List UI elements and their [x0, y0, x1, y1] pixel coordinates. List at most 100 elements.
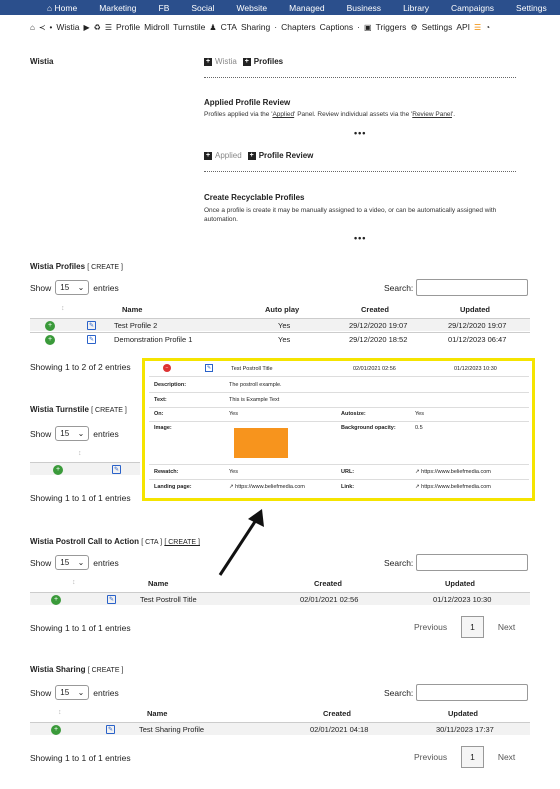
- subnav-cta[interactable]: CTA: [221, 22, 237, 32]
- tab-applied[interactable]: + Applied: [204, 151, 242, 160]
- link-label: Link:: [341, 484, 355, 490]
- share-icon[interactable]: ≺: [39, 23, 46, 32]
- subnav-chapters[interactable]: Chapters: [281, 22, 316, 32]
- landing-label: Landing page:: [154, 484, 192, 490]
- subnav-triggers[interactable]: Triggers: [376, 22, 407, 32]
- sort-icon[interactable]: ↕: [58, 709, 62, 716]
- edit-icon[interactable]: ✎: [205, 364, 213, 372]
- title-text: Wistia Sharing: [30, 665, 86, 674]
- edit-icon[interactable]: ✎: [106, 725, 115, 734]
- create-button[interactable]: [ CREATE ]: [91, 407, 127, 414]
- header-updated[interactable]: Updated: [460, 305, 490, 314]
- show-label: Show: [30, 282, 52, 293]
- subnav-settings[interactable]: Settings: [422, 22, 453, 32]
- edit-icon[interactable]: ✎: [87, 335, 96, 344]
- subnav-captions[interactable]: Captions: [320, 22, 354, 32]
- header-created[interactable]: Created: [361, 305, 389, 314]
- header-updated[interactable]: Updated: [445, 579, 475, 588]
- nav-home[interactable]: ⌂ Home: [36, 3, 88, 13]
- header-autoplay[interactable]: Auto play: [265, 305, 299, 314]
- search-input[interactable]: [416, 684, 529, 701]
- header-updated[interactable]: Updated: [448, 709, 478, 718]
- previous-button[interactable]: Previous: [414, 622, 447, 632]
- more-button[interactable]: •••: [354, 128, 366, 138]
- home-icon[interactable]: ⌂: [30, 23, 35, 32]
- table-row: + ✎ Test Postroll Title 02/01/2021 02:56…: [30, 592, 530, 605]
- divider: [149, 407, 529, 408]
- nav-home-label: Home: [54, 2, 78, 13]
- edit-icon[interactable]: ✎: [107, 595, 116, 604]
- next-button[interactable]: Next: [498, 622, 515, 632]
- subnav-midroll[interactable]: Midroll: [144, 22, 169, 32]
- tab-profiles[interactable]: + Profiles: [242, 57, 283, 66]
- nav-social[interactable]: Social: [180, 3, 225, 13]
- more-button[interactable]: •••: [354, 233, 366, 243]
- create-button[interactable]: [ CREATE ]: [164, 539, 200, 546]
- nav-settings[interactable]: Settings: [505, 3, 558, 13]
- header-created[interactable]: Created: [314, 579, 342, 588]
- url-value[interactable]: ↗ https://www.beliefmedia.com: [415, 469, 491, 475]
- subnav-profile[interactable]: Profile: [116, 22, 140, 32]
- edit-icon[interactable]: ✎: [87, 321, 96, 330]
- menu-icon[interactable]: ☰: [474, 23, 481, 32]
- create-button[interactable]: [ CREATE ]: [88, 667, 124, 674]
- review-tabs: + Applied + Profile Review: [204, 151, 313, 160]
- search-input[interactable]: [416, 554, 529, 571]
- applied-link[interactable]: Applied: [272, 111, 294, 118]
- table-header: ↕: [30, 450, 140, 461]
- entries-length: Show 15 ⌄ entries: [30, 555, 119, 570]
- search-input[interactable]: [416, 279, 529, 296]
- review-panel-link[interactable]: Review Panel: [412, 111, 452, 118]
- sort-icon[interactable]: ↕: [78, 450, 82, 457]
- nav-business[interactable]: Business: [336, 3, 393, 13]
- tab-wistia-label: Wistia: [215, 57, 237, 66]
- entries-select[interactable]: 15 ⌄: [55, 426, 90, 441]
- expand-icon[interactable]: +: [51, 725, 61, 735]
- nav-fb[interactable]: FB: [148, 3, 181, 13]
- expand-icon[interactable]: +: [51, 595, 61, 605]
- entries-select[interactable]: 15 ⌄: [55, 280, 90, 295]
- edit-icon[interactable]: ✎: [112, 465, 121, 474]
- plus-icon: +: [247, 151, 256, 160]
- landing-value[interactable]: ↗ https://www.beliefmedia.com: [229, 484, 305, 490]
- expand-icon[interactable]: +: [45, 321, 55, 331]
- table-info: Showing 1 to 1 of 1 entries: [30, 753, 131, 763]
- expand-icon[interactable]: +: [53, 465, 63, 475]
- page-1-button[interactable]: 1: [461, 616, 484, 638]
- header-name[interactable]: Name: [122, 305, 142, 314]
- sort-icon[interactable]: ↕: [72, 579, 76, 586]
- nav-marketing[interactable]: Marketing: [88, 3, 147, 13]
- link-value[interactable]: ↗ https://www.beliefmedia.com: [415, 484, 491, 490]
- header-name[interactable]: Name: [147, 709, 167, 718]
- next-button[interactable]: Next: [498, 752, 515, 762]
- divider: [204, 77, 516, 78]
- recycle-title: Create Recyclable Profiles: [204, 193, 305, 202]
- collapse-icon[interactable]: −: [163, 364, 171, 372]
- nav-website[interactable]: Website: [226, 3, 279, 13]
- entries-select[interactable]: 15 ⌄: [55, 555, 90, 570]
- subnav-sharing[interactable]: Sharing: [241, 22, 270, 32]
- page-1-button[interactable]: 1: [461, 746, 484, 768]
- title-text: Wistia Turnstile: [30, 405, 89, 414]
- bullet-icon: •: [49, 22, 53, 32]
- nav-library[interactable]: Library: [392, 3, 440, 13]
- entries-select[interactable]: 15 ⌄: [55, 685, 90, 700]
- pie-chart-icon[interactable]: ◔: [485, 23, 490, 32]
- subnav-wistia[interactable]: Wistia: [56, 22, 79, 32]
- create-button[interactable]: [ CREATE ]: [87, 264, 123, 271]
- header-name[interactable]: Name: [148, 579, 168, 588]
- tab-wistia[interactable]: + Wistia: [204, 57, 237, 66]
- nav-campaigns[interactable]: Campaigns: [440, 3, 505, 13]
- autosize-value: Yes: [415, 411, 424, 417]
- subnav-api[interactable]: API: [456, 22, 470, 32]
- nav-managed[interactable]: Managed: [278, 3, 335, 13]
- previous-button[interactable]: Previous: [414, 752, 447, 762]
- cta-button[interactable]: [ CTA ]: [141, 539, 162, 546]
- subnav-turnstile[interactable]: Turnstile: [173, 22, 205, 32]
- sort-icon[interactable]: ↕: [61, 305, 65, 312]
- tab-profile-review[interactable]: + Profile Review: [247, 151, 313, 160]
- expand-icon[interactable]: +: [45, 335, 55, 345]
- header-created[interactable]: Created: [323, 709, 351, 718]
- table-header: ↕ Name Created Updated: [30, 579, 530, 590]
- entries-value: 15: [60, 558, 70, 567]
